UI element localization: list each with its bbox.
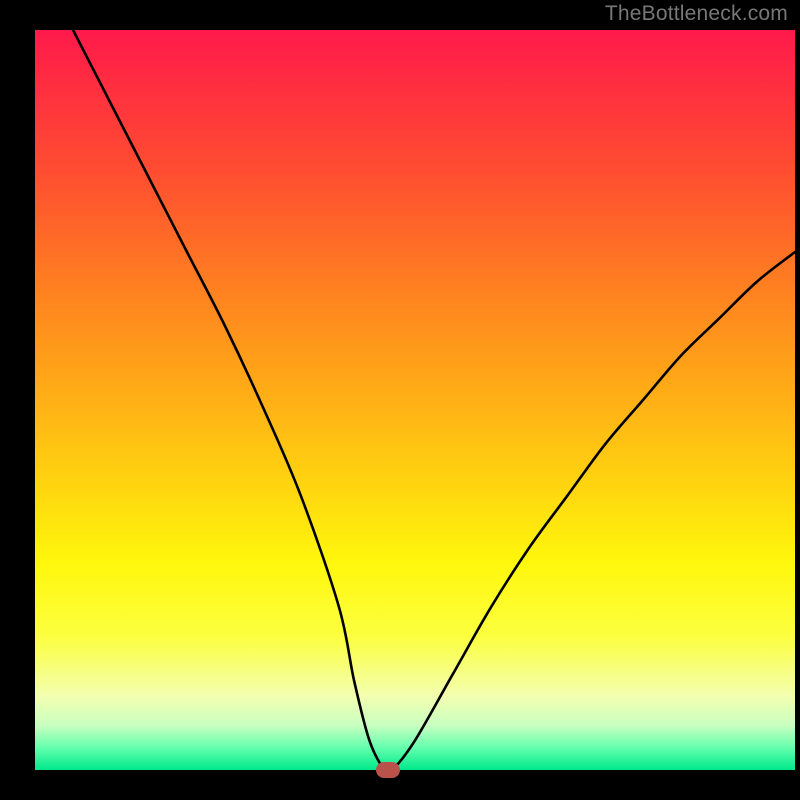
plot-area: [35, 30, 795, 770]
chart-frame: TheBottleneck.com: [0, 0, 800, 800]
watermark-text: TheBottleneck.com: [605, 2, 788, 26]
bottleneck-curve: [35, 30, 795, 770]
optimal-point-marker: [376, 762, 400, 778]
